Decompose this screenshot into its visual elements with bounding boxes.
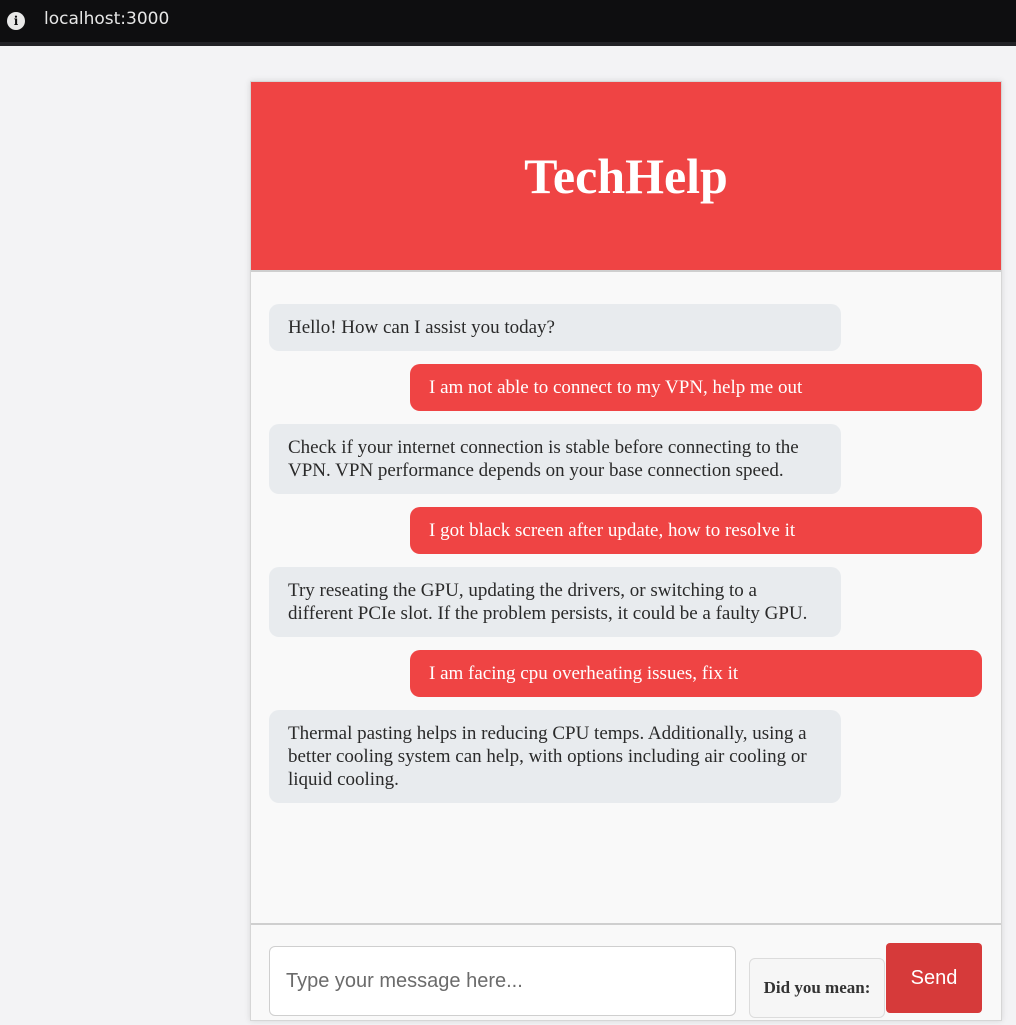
message-input[interactable] [269,946,736,1016]
bot-message: Try reseating the GPU, updating the driv… [269,567,841,637]
bot-message: Hello! How can I assist you today? [269,304,841,351]
composer: Did you mean: Send [251,925,1001,1025]
bot-message: Thermal pasting helps in reducing CPU te… [269,710,841,803]
did-you-mean-box[interactable]: Did you mean: [749,958,885,1018]
did-you-mean-label: Did you mean: [763,978,871,997]
send-button[interactable]: Send [886,943,982,1013]
chat-header: TechHelp [251,82,1001,272]
info-icon[interactable]: i [7,12,25,30]
page-title: TechHelp [524,148,728,204]
url-text[interactable]: localhost:3000 [44,9,169,29]
bot-message: Check if your internet connection is sta… [269,424,841,494]
user-message: I am facing cpu overheating issues, fix … [410,650,982,697]
chat-app: TechHelp Hello! How can I assist you tod… [250,81,1002,1021]
user-message: I got black screen after update, how to … [410,507,982,554]
user-message: I am not able to connect to my VPN, help… [410,364,982,411]
message-list: Hello! How can I assist you today? I am … [251,272,1001,922]
browser-address-bar: i localhost:3000 [0,0,1016,46]
